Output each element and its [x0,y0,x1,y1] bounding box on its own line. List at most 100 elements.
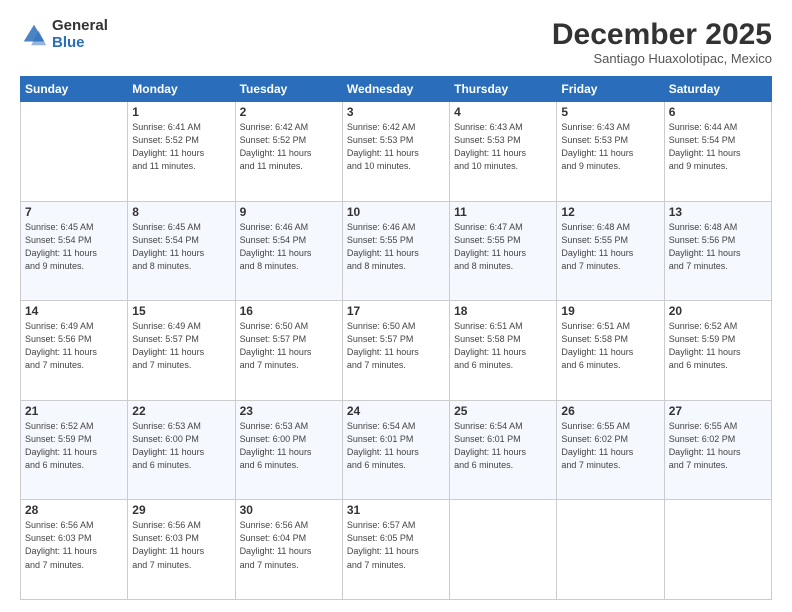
day-info: Sunrise: 6:56 AMSunset: 6:03 PMDaylight:… [132,519,230,571]
title-area: December 2025 Santiago Huaxolotipac, Mex… [552,18,772,66]
day-info: Sunrise: 6:48 AMSunset: 5:55 PMDaylight:… [561,221,659,273]
calendar-cell: 13 Sunrise: 6:48 AMSunset: 5:56 PMDayligh… [664,201,771,301]
logo: General Blue [20,18,108,51]
logo-general-text: General [52,18,108,35]
day-info: Sunrise: 6:46 AMSunset: 5:55 PMDaylight:… [347,221,445,273]
calendar-cell: 2 Sunrise: 6:42 AMSunset: 5:52 PMDaylight… [235,102,342,202]
calendar-table: SundayMondayTuesdayWednesdayThursdayFrid… [20,76,772,600]
calendar-cell: 30 Sunrise: 6:56 AMSunset: 6:04 PMDayligh… [235,500,342,600]
calendar-cell: 25 Sunrise: 6:54 AMSunset: 6:01 PMDayligh… [450,400,557,500]
location: Santiago Huaxolotipac, Mexico [552,51,772,66]
day-number: 23 [240,404,338,418]
calendar-cell: 17Sunrise: 6:50 AMSunset: 5:57 PMDayligh… [342,301,449,401]
day-number: 13 [669,205,767,219]
day-info: Sunrise: 6:53 AMSunset: 6:00 PMDaylight:… [132,420,230,472]
day-info: Sunrise: 6:48 AMSunset: 5:56 PMDaylight:… [669,221,767,273]
day-number: 4 [454,105,552,119]
logo-text: General Blue [52,18,108,51]
day-number: 16 [240,304,338,318]
day-info: Sunrise: 6:46 AMSunset: 5:54 PMDaylight:… [240,221,338,273]
day-info: Sunrise: 6:57 AMSunset: 6:05 PMDaylight:… [347,519,445,571]
calendar-cell: 10 Sunrise: 6:46 AMSunset: 5:55 PMDayligh… [342,201,449,301]
day-header-sunday: Sunday [21,77,128,102]
day-number: 20 [669,304,767,318]
calendar-cell: 20 Sunrise: 6:52 AMSunset: 5:59 PMDayligh… [664,301,771,401]
day-number: 10 [347,205,445,219]
calendar-header-row: SundayMondayTuesdayWednesdayThursdayFrid… [21,77,772,102]
page: General Blue December 2025 Santiago Huax… [0,0,792,612]
day-info: Sunrise: 6:54 AMSunset: 6:01 PMDaylight:… [347,420,445,472]
day-info: Sunrise: 6:49 AMSunset: 5:56 PMDaylight:… [25,320,123,372]
day-number: 22 [132,404,230,418]
day-info: Sunrise: 6:54 AMSunset: 6:01 PMDaylight:… [454,420,552,472]
day-number: 7 [25,205,123,219]
day-info: Sunrise: 6:56 AMSunset: 6:03 PMDaylight:… [25,519,123,571]
calendar-cell: 14 Sunrise: 6:49 AMSunset: 5:56 PMDayligh… [21,301,128,401]
calendar-cell: 26 Sunrise: 6:55 AMSunset: 6:02 PMDayligh… [557,400,664,500]
calendar-cell: 8Sunrise: 6:45 AMSunset: 5:54 PMDaylight… [128,201,235,301]
calendar-cell: 15 Sunrise: 6:49 AMSunset: 5:57 PMDayligh… [128,301,235,401]
day-number: 15 [132,304,230,318]
day-number: 17 [347,304,445,318]
calendar-cell: 18Sunrise: 6:51 AMSunset: 5:58 PMDayligh… [450,301,557,401]
calendar-cell: 12 Sunrise: 6:48 AMSunset: 5:55 PMDayligh… [557,201,664,301]
calendar-cell: 9 Sunrise: 6:46 AMSunset: 5:54 PMDaylight… [235,201,342,301]
day-number: 14 [25,304,123,318]
day-info: Sunrise: 6:56 AMSunset: 6:04 PMDaylight:… [240,519,338,571]
day-number: 11 [454,205,552,219]
calendar-cell: 27 Sunrise: 6:55 AMSunset: 6:02 PMDayligh… [664,400,771,500]
day-info: Sunrise: 6:51 AMSunset: 5:58 PMDaylight:… [454,320,552,372]
day-info: Sunrise: 6:43 AMSunset: 5:53 PMDaylight:… [561,121,659,173]
day-number: 29 [132,503,230,517]
calendar-cell [450,500,557,600]
calendar-cell: 21Sunrise: 6:52 AMSunset: 5:59 PMDayligh… [21,400,128,500]
day-info: Sunrise: 6:45 AMSunset: 5:54 PMDaylight:… [132,221,230,273]
day-info: Sunrise: 6:55 AMSunset: 6:02 PMDaylight:… [669,420,767,472]
calendar-cell: 23 Sunrise: 6:53 AMSunset: 6:00 PMDayligh… [235,400,342,500]
calendar-cell: 3 Sunrise: 6:42 AMSunset: 5:53 PMDaylight… [342,102,449,202]
day-number: 12 [561,205,659,219]
calendar-cell [664,500,771,600]
day-number: 31 [347,503,445,517]
day-number: 30 [240,503,338,517]
calendar-week-row: 21Sunrise: 6:52 AMSunset: 5:59 PMDayligh… [21,400,772,500]
calendar-cell: 11 Sunrise: 6:47 AMSunset: 5:55 PMDayligh… [450,201,557,301]
day-info: Sunrise: 6:42 AMSunset: 5:52 PMDaylight:… [240,121,338,173]
day-number: 3 [347,105,445,119]
day-info: Sunrise: 6:47 AMSunset: 5:55 PMDaylight:… [454,221,552,273]
day-header-tuesday: Tuesday [235,77,342,102]
calendar-cell: 22 Sunrise: 6:53 AMSunset: 6:00 PMDayligh… [128,400,235,500]
calendar-cell: 24 Sunrise: 6:54 AMSunset: 6:01 PMDayligh… [342,400,449,500]
day-number: 9 [240,205,338,219]
day-info: Sunrise: 6:53 AMSunset: 6:00 PMDaylight:… [240,420,338,472]
day-header-thursday: Thursday [450,77,557,102]
day-header-friday: Friday [557,77,664,102]
calendar-week-row: 14 Sunrise: 6:49 AMSunset: 5:56 PMDayligh… [21,301,772,401]
calendar-cell: 4 Sunrise: 6:43 AMSunset: 5:53 PMDaylight… [450,102,557,202]
day-number: 6 [669,105,767,119]
day-number: 5 [561,105,659,119]
day-header-wednesday: Wednesday [342,77,449,102]
day-number: 2 [240,105,338,119]
day-number: 21 [25,404,123,418]
day-info: Sunrise: 6:45 AMSunset: 5:54 PMDaylight:… [25,221,123,273]
day-info: Sunrise: 6:55 AMSunset: 6:02 PMDaylight:… [561,420,659,472]
day-number: 25 [454,404,552,418]
calendar-cell: 29 Sunrise: 6:56 AMSunset: 6:03 PMDayligh… [128,500,235,600]
calendar-cell: 31 Sunrise: 6:57 AMSunset: 6:05 PMDayligh… [342,500,449,600]
logo-icon [20,21,48,49]
calendar-cell: 5 Sunrise: 6:43 AMSunset: 5:53 PMDaylight… [557,102,664,202]
day-number: 1 [132,105,230,119]
day-number: 26 [561,404,659,418]
day-number: 24 [347,404,445,418]
calendar-cell: 16Sunrise: 6:50 AMSunset: 5:57 PMDayligh… [235,301,342,401]
day-info: Sunrise: 6:52 AMSunset: 5:59 PMDaylight:… [669,320,767,372]
day-info: Sunrise: 6:43 AMSunset: 5:53 PMDaylight:… [454,121,552,173]
day-info: Sunrise: 6:41 AMSunset: 5:52 PMDaylight:… [132,121,230,173]
calendar-cell [557,500,664,600]
calendar-cell: 6Sunrise: 6:44 AMSunset: 5:54 PMDaylight… [664,102,771,202]
day-info: Sunrise: 6:42 AMSunset: 5:53 PMDaylight:… [347,121,445,173]
day-number: 27 [669,404,767,418]
calendar-week-row: 1 Sunrise: 6:41 AMSunset: 5:52 PMDaylight… [21,102,772,202]
day-info: Sunrise: 6:49 AMSunset: 5:57 PMDaylight:… [132,320,230,372]
